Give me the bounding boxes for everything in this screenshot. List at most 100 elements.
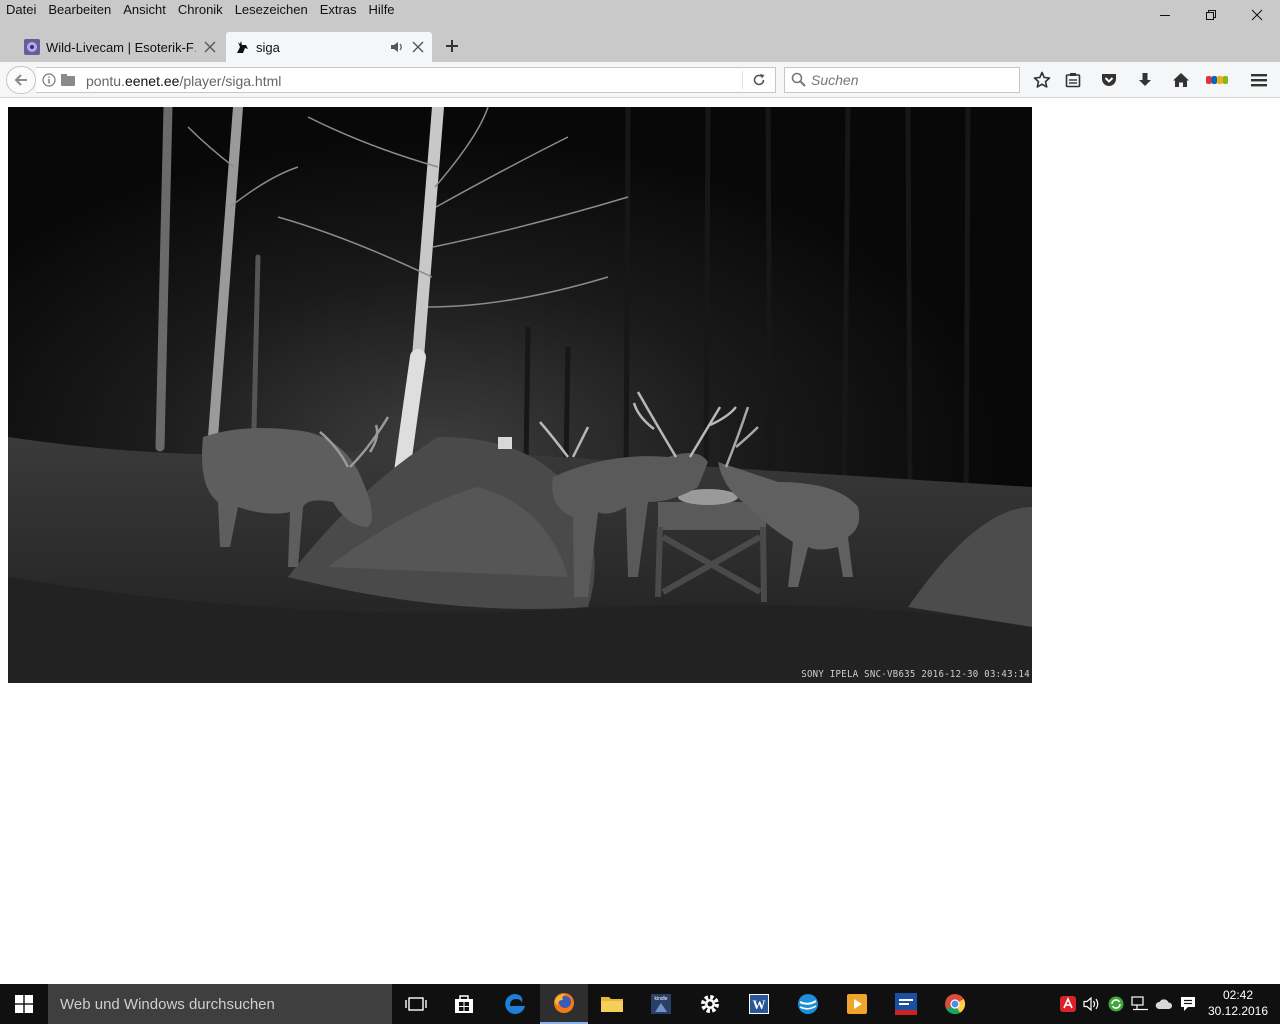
- menu-bearbeiten[interactable]: Bearbeiten: [42, 0, 117, 18]
- taskbar-firefox[interactable]: [540, 984, 588, 1024]
- clipboard-icon: [1065, 73, 1081, 88]
- search-input[interactable]: [811, 69, 1011, 91]
- ebay-icon: [1206, 76, 1228, 84]
- reload-icon: [753, 74, 765, 86]
- menu-lesezeichen[interactable]: Lesezeichen: [229, 0, 314, 18]
- plus-icon: [446, 40, 458, 52]
- search-bar[interactable]: [784, 67, 1020, 93]
- tray-volume[interactable]: [1082, 994, 1102, 1014]
- speaker-icon: [1083, 997, 1099, 1011]
- menu-hilfe[interactable]: Hilfe: [363, 0, 401, 18]
- antivirus-icon: [1060, 996, 1076, 1012]
- tab-title: Wild-Livecam | Esoterik-F…: [46, 39, 196, 55]
- tray-network[interactable]: [1130, 994, 1150, 1014]
- tray-onedrive[interactable]: [1154, 994, 1174, 1014]
- reload-button[interactable]: [748, 71, 770, 89]
- task-view-button[interactable]: [392, 984, 440, 1024]
- reading-list-button[interactable]: [1061, 68, 1085, 92]
- windows-logo-icon: [15, 995, 33, 1013]
- esoterik-favicon-icon: [24, 39, 40, 55]
- menu-datei[interactable]: Datei: [0, 0, 42, 18]
- url-bar[interactable]: pontu.eenet.ee/player/siga.html: [36, 67, 776, 93]
- taskbar-file-explorer[interactable]: [588, 984, 636, 1024]
- news-app-icon: [895, 993, 917, 1015]
- info-icon[interactable]: [42, 73, 56, 87]
- tray-action-center[interactable]: [1178, 994, 1198, 1014]
- minimize-icon: [1160, 15, 1170, 16]
- taskbar-search-box[interactable]: [48, 984, 392, 1024]
- taskbar-search-input[interactable]: [60, 994, 380, 1014]
- start-button[interactable]: [0, 984, 48, 1024]
- taskbar-news-app[interactable]: [882, 984, 930, 1024]
- back-button[interactable]: [6, 66, 36, 94]
- star-icon: [1033, 71, 1051, 88]
- page-icon[interactable]: [60, 73, 76, 87]
- globe-icon: [798, 994, 818, 1014]
- close-window-button[interactable]: [1234, 0, 1280, 30]
- menu-extras[interactable]: Extras: [314, 0, 363, 18]
- tab-title: siga: [256, 39, 280, 55]
- taskbar-settings[interactable]: [686, 984, 734, 1024]
- bookmark-star-button[interactable]: [1030, 68, 1054, 92]
- home-icon: [1173, 73, 1189, 87]
- menu-ansicht[interactable]: Ansicht: [117, 0, 172, 18]
- taskbar-clock[interactable]: 02:42 30.12.2016: [1206, 987, 1270, 1019]
- livecam-video[interactable]: SONY IPELA SNC-VB635 2016-12-30 03:43:14: [8, 107, 1032, 683]
- chrome-icon: [945, 994, 966, 1015]
- taskbar-kindle[interactable]: kindle: [637, 984, 685, 1024]
- restore-button[interactable]: [1188, 0, 1234, 30]
- media-player-icon: [847, 994, 867, 1014]
- hamburger-icon: [1251, 74, 1267, 87]
- notification-icon: [1181, 997, 1195, 1011]
- window-controls: [1142, 0, 1280, 30]
- clock-date: 30.12.2016: [1207, 1004, 1269, 1018]
- taskbar-chrome[interactable]: [931, 984, 979, 1024]
- tray-sync[interactable]: [1106, 994, 1126, 1014]
- open-menu-button[interactable]: [1247, 68, 1271, 92]
- restore-icon: [1206, 10, 1216, 20]
- sync-icon: [1108, 996, 1124, 1012]
- minimize-button[interactable]: [1142, 0, 1188, 30]
- back-arrow-icon: [14, 74, 27, 86]
- download-icon: [1139, 73, 1151, 86]
- new-tab-button[interactable]: [440, 36, 464, 56]
- tab-strip: Wild-Livecam | Esoterik-F… siga: [0, 30, 1280, 62]
- tab-siga[interactable]: siga: [226, 32, 432, 62]
- speaker-icon[interactable]: [390, 41, 404, 53]
- menu-bar: Datei Bearbeiten Ansicht Chronik Lesezei…: [0, 0, 401, 18]
- close-tab-icon[interactable]: [204, 41, 216, 53]
- gear-icon: [701, 995, 719, 1013]
- pocket-button[interactable]: [1097, 68, 1121, 92]
- camera-timestamp-overlay: SONY IPELA SNC-VB635 2016-12-30 03:43:14: [801, 669, 1030, 681]
- pocket-icon: [1102, 74, 1116, 86]
- close-tab-icon[interactable]: [412, 41, 424, 53]
- page-content: SONY IPELA SNC-VB635 2016-12-30 03:43:14: [0, 99, 1280, 984]
- taskbar-edge[interactable]: [491, 984, 539, 1024]
- livecam-frame-image: [8, 107, 1032, 683]
- svg-text:kindle: kindle: [654, 996, 667, 1002]
- url-prefix: pontu.: [86, 73, 125, 89]
- taskbar-network-app[interactable]: [784, 984, 832, 1024]
- edge-icon: [505, 994, 525, 1014]
- deer-favicon-icon: [237, 41, 248, 53]
- menu-chronik[interactable]: Chronik: [172, 0, 229, 18]
- firefox-icon: [554, 993, 574, 1013]
- tab-wild-livecam[interactable]: Wild-Livecam | Esoterik-F…: [16, 32, 224, 62]
- store-icon: [455, 995, 473, 1013]
- url-text[interactable]: pontu.eenet.ee/player/siga.html: [86, 73, 281, 89]
- folder-icon: [601, 997, 623, 1012]
- navigation-toolbar: pontu.eenet.ee/player/siga.html: [0, 62, 1280, 98]
- ebay-button[interactable]: [1205, 68, 1229, 92]
- taskbar-store[interactable]: [440, 984, 488, 1024]
- taskbar-media-player[interactable]: [833, 984, 881, 1024]
- word-icon: W: [749, 994, 769, 1014]
- url-host: eenet.ee: [124, 73, 180, 89]
- taskbar: kindle W 02:42 30.12.2016: [0, 984, 1280, 1024]
- downloads-button[interactable]: [1133, 68, 1157, 92]
- home-button[interactable]: [1169, 68, 1193, 92]
- url-divider: [742, 71, 743, 89]
- search-icon: [791, 72, 806, 87]
- taskbar-word[interactable]: W: [735, 984, 783, 1024]
- svg-text:W: W: [753, 997, 766, 1012]
- tray-antivirus[interactable]: [1058, 994, 1078, 1014]
